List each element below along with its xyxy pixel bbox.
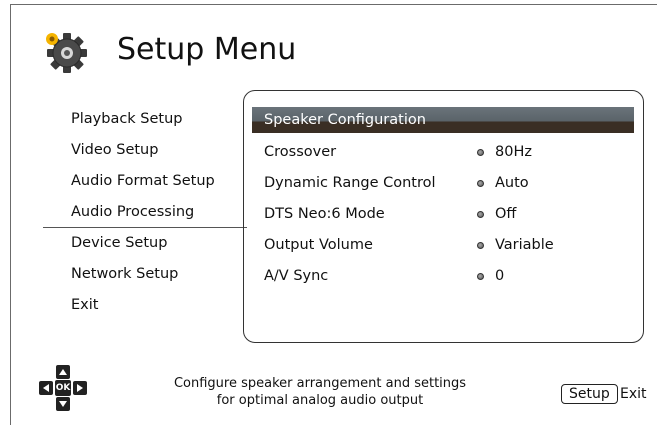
bullet-icon — [477, 242, 484, 249]
help-text: Configure speaker arrangement and settin… — [160, 375, 480, 409]
ok-button-icon: OK — [55, 380, 71, 396]
setup-menu: Playback Setup Video Setup Audio Format … — [43, 104, 247, 321]
page-title: Setup Menu — [117, 32, 297, 67]
menu-item-audio-format-setup[interactable]: Audio Format Setup — [43, 166, 245, 197]
bullet-icon — [477, 273, 484, 280]
setting-value: Auto — [495, 175, 529, 191]
gear-icon — [46, 33, 87, 73]
exit-hint-label: Exit — [620, 386, 647, 402]
menu-item-audio-processing[interactable]: Audio Processing — [43, 197, 247, 228]
directional-pad-icon: OK — [37, 362, 89, 414]
bullet-icon — [477, 149, 484, 156]
setting-value: Variable — [495, 237, 554, 253]
setting-label: Output Volume — [264, 237, 373, 253]
setting-row-output-volume[interactable]: Output Volume Variable — [264, 230, 634, 261]
arrow-left-icon — [39, 381, 53, 395]
setting-row-av-sync[interactable]: A/V Sync 0 — [264, 261, 634, 292]
setting-row-crossover[interactable]: Crossover 80Hz — [264, 137, 634, 168]
setting-value: 80Hz — [495, 144, 532, 160]
menu-item-video-setup[interactable]: Video Setup — [43, 135, 245, 166]
setting-value: Off — [495, 206, 517, 222]
setting-row-dts-neo6-mode[interactable]: DTS Neo:6 Mode Off — [264, 199, 634, 230]
arrow-up-icon — [56, 365, 70, 379]
frame-top-border — [10, 4, 657, 5]
setting-label: A/V Sync — [264, 268, 329, 284]
setting-value: 0 — [495, 268, 505, 284]
menu-item-playback-setup[interactable]: Playback Setup — [43, 104, 245, 135]
arrow-down-icon — [56, 397, 70, 411]
menu-item-network-setup[interactable]: Network Setup — [43, 259, 245, 290]
setup-key-button[interactable]: Setup — [561, 384, 618, 404]
menu-item-exit[interactable]: Exit — [43, 290, 245, 321]
bullet-icon — [477, 180, 484, 187]
setting-label: DTS Neo:6 Mode — [264, 206, 385, 222]
setting-label: Crossover — [264, 144, 337, 160]
arrow-right-icon — [73, 381, 87, 395]
help-text-line: for optimal analog audio output — [216, 393, 424, 408]
frame-left-border — [10, 4, 11, 425]
setting-label: Dynamic Range Control — [264, 175, 436, 191]
setting-row-dynamic-range-control[interactable]: Dynamic Range Control Auto — [264, 168, 634, 199]
panel-header-label: Speaker Configuration — [264, 112, 426, 128]
help-text-line: Configure speaker arrangement and settin… — [173, 376, 467, 391]
menu-item-device-setup[interactable]: Device Setup — [43, 228, 245, 259]
bullet-icon — [477, 211, 484, 218]
